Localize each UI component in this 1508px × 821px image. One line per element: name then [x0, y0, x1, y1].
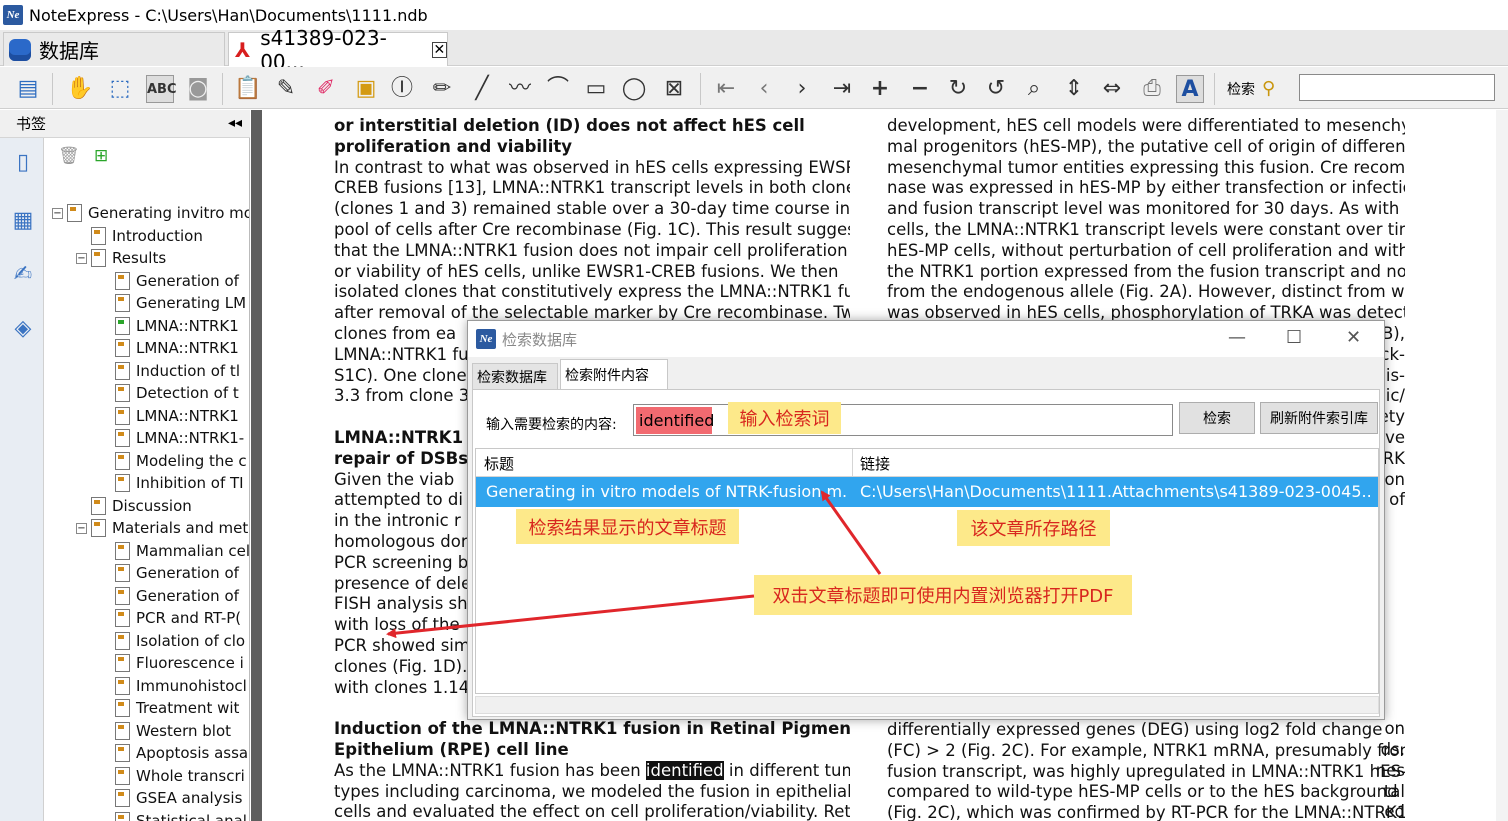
arrow-to-result-title [820, 490, 882, 575]
arrow-to-highlighted-text [386, 594, 755, 639]
annotation-arrows [386, 490, 882, 639]
